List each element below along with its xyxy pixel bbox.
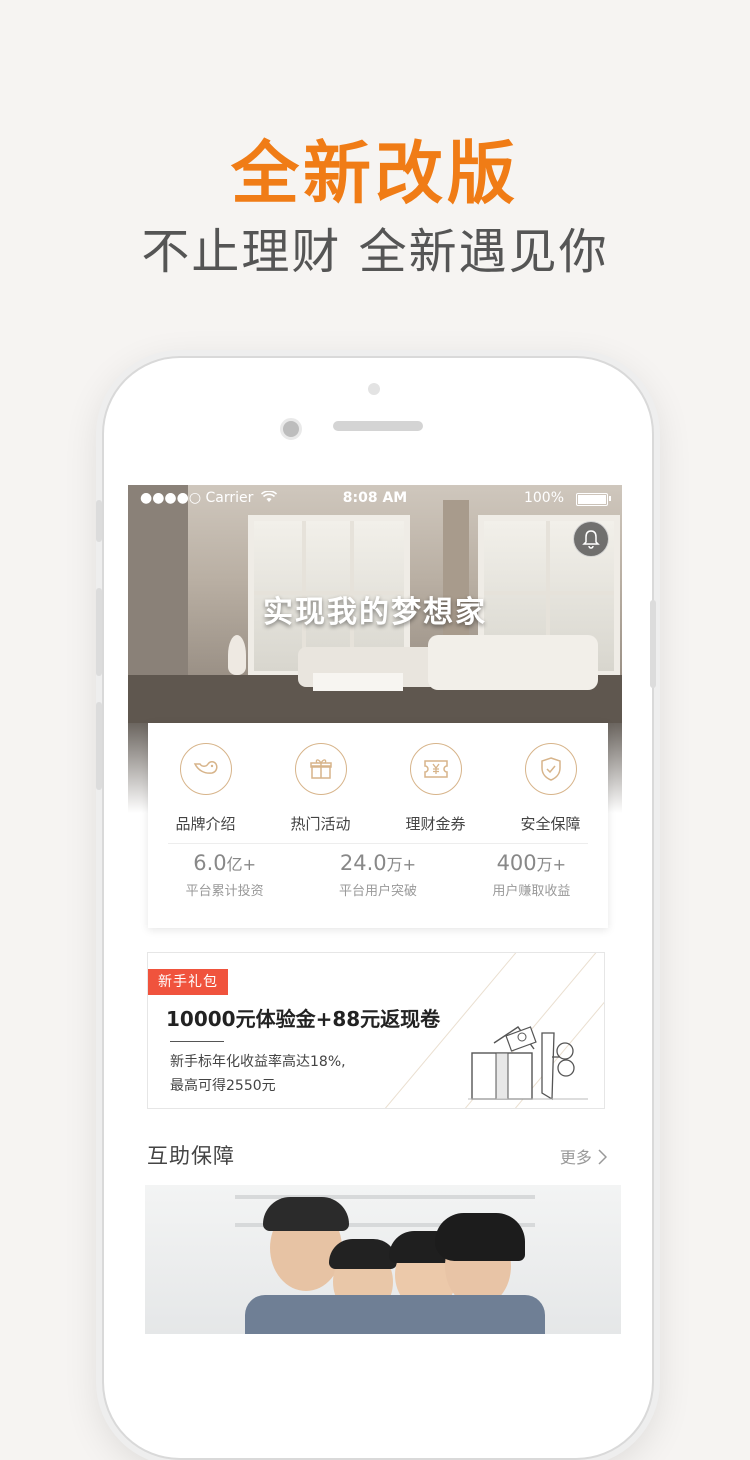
stat-caption: 平台累计投资 — [185, 884, 264, 899]
stat-value: 24.0 — [339, 851, 387, 875]
menu-item-coupons[interactable]: 理财金券 — [378, 737, 493, 837]
section-title-mutual-aid: 互助保障 — [147, 1144, 235, 1168]
phone-power-button — [650, 600, 656, 688]
stat-unit: 亿+ — [226, 855, 257, 874]
phone-mute-switch — [96, 500, 102, 542]
stat-unit: 万+ — [386, 855, 417, 874]
menu-item-brand[interactable]: 品牌介绍 — [148, 737, 263, 837]
status-bar: ●●●●○ Carrier 8:08 AM 100% — [128, 485, 622, 511]
promo-subline: 不止理财 全新遇见你 — [141, 224, 609, 280]
more-link[interactable]: 更多 — [559, 1144, 608, 1168]
promo-headline: 全新改版 — [230, 135, 519, 214]
stat-value: 6.0 — [193, 851, 227, 875]
gift-box-icon — [294, 743, 347, 795]
menu-item-security[interactable]: 安全保障 — [493, 737, 608, 837]
notification-bell-icon[interactable] — [573, 521, 609, 557]
battery-percent: 100% — [523, 490, 564, 506]
menu-item-label: 理财金券 — [405, 815, 466, 833]
stat-total-investment: 6.0亿+ 平台累计投资 — [148, 851, 301, 921]
menu-item-label: 安全保障 — [520, 815, 581, 833]
phone-front-camera — [280, 418, 302, 440]
menu-item-label: 热门活动 — [290, 815, 351, 833]
hero-title: 实现我的梦想家 — [263, 595, 487, 630]
newbie-gift-banner[interactable]: 新手礼包 10000元体验金+88元返现卷 新手标年化收益率高达18%, 最高可… — [147, 952, 605, 1109]
phone-volume-down — [96, 702, 102, 790]
quick-menu-card: 品牌介绍 热门活动 理财金券 安全保障 6.0亿+ 平台累计投资 24.0万+ … — [148, 723, 608, 928]
stat-caption: 用户赚取收益 — [492, 884, 571, 899]
menu-item-label: 品牌介绍 — [175, 815, 236, 833]
stat-users: 24.0万+ 平台用户突破 — [301, 851, 454, 921]
app-screen: 实现我的梦想家 ●●●●○ Carrier 8:08 AM 100% 品牌介绍 … — [128, 485, 622, 1334]
shield-check-icon — [524, 743, 577, 795]
platform-stats: 6.0亿+ 平台累计投资 24.0万+ 平台用户突破 400万+ 用户赚取收益 — [148, 851, 608, 921]
phone-speaker — [333, 421, 423, 431]
more-label: 更多 — [559, 1148, 592, 1167]
hero-banner[interactable]: 实现我的梦想家 ●●●●○ Carrier 8:08 AM 100% — [128, 485, 622, 723]
gift-line-2: 最高可得2550元 — [170, 1078, 276, 1094]
stat-unit: 万+ — [536, 855, 567, 874]
phone-volume-up — [96, 588, 102, 676]
quick-menu: 品牌介绍 热门活动 理财金券 安全保障 — [148, 737, 608, 837]
gift-box-illustration-icon — [468, 1013, 588, 1103]
menu-item-activities[interactable]: 热门活动 — [263, 737, 378, 837]
family-insurance-photo[interactable] — [145, 1185, 621, 1334]
brand-bird-icon — [179, 743, 232, 795]
card-divider — [168, 843, 588, 844]
stat-value: 400 — [496, 851, 537, 875]
newbie-tag: 新手礼包 — [148, 969, 228, 995]
stat-caption: 平台用户突破 — [338, 884, 417, 899]
yen-coupon-icon — [409, 743, 462, 795]
gift-line-1: 新手标年化收益率高达18%, — [170, 1054, 346, 1070]
gift-headline: 10000元体验金+88元返现卷 — [166, 1007, 441, 1031]
chevron-right-icon — [598, 1149, 608, 1165]
stat-earnings: 400万+ 用户赚取收益 — [455, 851, 608, 921]
battery-icon — [576, 493, 608, 506]
phone-proximity-sensor — [368, 383, 380, 395]
